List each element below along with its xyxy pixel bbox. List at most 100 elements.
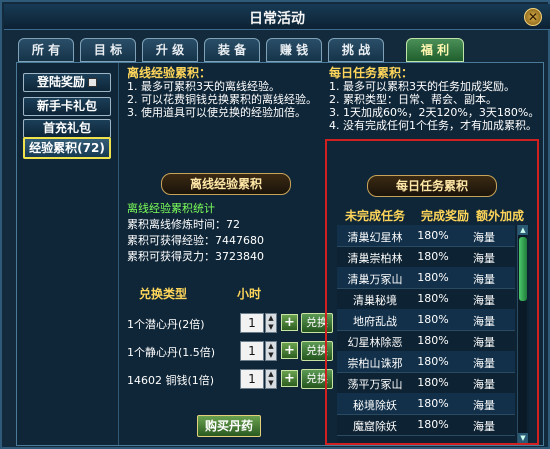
exchange-type-header: 兑换类型 [139,287,188,301]
tab-all[interactable]: 所 有 [18,38,74,62]
task-reward: 180% [417,313,449,326]
col-header-task: 未完成任务 [344,209,405,223]
spin-down-icon[interactable]: ▼ [266,351,276,360]
daily-info-line: 2. 累积类型：日常、帮会、副本。 [329,93,497,106]
exchange-row: 14602 铜钱(1倍) 1 ▲ ▼ + 兑换 [127,369,333,391]
category-tabs: 所 有 目 标 升 级 装 备 赚 钱 挑 战 福 利 [18,38,478,62]
daily-info-line: 4. 没有完成任何1个任务，才有加成累积。 [329,119,537,132]
task-bonus: 海量 [473,399,495,412]
hours-header: 小时 [237,287,262,301]
spin-up-icon[interactable]: ▲ [266,314,276,323]
task-name: 清巢崇柏林 [347,252,403,265]
offline-ribbon: 离线经验累积 [161,173,291,195]
spin-up-icon[interactable]: ▲ [266,370,276,379]
spin-up-icon[interactable]: ▲ [266,342,276,351]
task-name: 清巢秘境 [353,294,397,307]
sidebar-item-exp-accumulation[interactable]: 经验累积(72) [23,137,111,159]
stats-title: 离线经验累积统计 [127,202,215,215]
sidebar: 登陆奖励 新手卡礼包 首充礼包 经验累积(72) [17,63,119,445]
sidebar-item-label: 登陆奖励 [36,75,85,89]
title-bar: 日常活动 ✕ [4,4,550,30]
task-reward: 180% [417,292,449,305]
sidebar-item-first-charge[interactable]: 首充礼包 [23,119,111,138]
exchange-name: 1个静心丹(1.5倍) [127,346,216,359]
daily-task-panel: 每日任务累积 未完成任务 完成奖励 额外加成 清巢幻星林 180% 海量 清巢崇柏林… [325,139,539,445]
task-bonus: 海量 [473,420,495,433]
tab-equipment[interactable]: 装 备 [204,38,260,62]
daily-scrollbar[interactable]: ▲ ▼ [517,225,528,443]
task-name: 魔窟除妖 [353,420,397,433]
table-row: 崇柏山诛邪 180% 海量 [337,351,515,373]
sidebar-item-login-reward[interactable]: 登陆奖励 [23,73,111,92]
offline-info-line: 1. 最多可累积3天的离线经验。 [127,80,280,93]
add-item-button[interactable]: + [281,342,298,359]
quantity-stepper[interactable]: ▲ ▼ [265,369,277,389]
add-item-button[interactable]: + [281,314,298,331]
task-reward: 180% [417,397,449,410]
activity-window: 日常活动 ✕ 所 有 目 标 升 级 装 备 赚 钱 挑 战 福 利 登陆奖励 … [0,0,550,449]
table-row: 清巢万冢山 180% 海量 [337,267,515,289]
task-name: 崇柏山诛邪 [347,357,403,370]
quantity-input[interactable]: 1 [240,313,264,333]
task-reward: 180% [417,376,449,389]
daily-info-line: 1. 最多可以累积3天的任务加成奖励。 [329,80,515,93]
scroll-up-icon[interactable]: ▲ [518,225,528,235]
daily-info-title: 每日任务累积： [329,66,414,80]
col-header-bonus: 额外加成 [475,209,524,223]
table-row: 地府乱战 180% 海量 [337,309,515,331]
task-reward: 180% [417,418,449,431]
task-bonus: 海量 [473,231,495,244]
table-row: 清巢幻星林 180% 海量 [337,225,515,247]
daily-table-header: 未完成任务 完成奖励 额外加成 [337,207,533,223]
stat-spirit: 累积可获得灵力：3723840 [127,250,264,263]
col-header-reward: 完成奖励 [420,209,469,223]
scroll-down-icon[interactable]: ▼ [518,433,528,443]
window-title: 日常活动 [249,11,305,27]
task-bonus: 海量 [473,336,495,349]
table-row: 秘境除妖 180% 海量 [337,393,515,415]
task-name: 清巢幻星林 [347,231,403,244]
task-name: 幻星林除恶 [347,336,403,349]
offline-info-line: 2. 可以花费铜钱兑换累积的离线经验。 [127,93,317,106]
close-icon[interactable]: ✕ [524,8,542,26]
spin-down-icon[interactable]: ▼ [266,379,276,388]
tab-money[interactable]: 赚 钱 [266,38,322,62]
tab-welfare[interactable]: 福 利 [406,38,464,62]
offline-info-line: 3. 使用道具可以使兑换的经验加倍。 [127,106,306,119]
offline-info: 离线经验累积： 1. 最多可累积3天的离线经验。 2. 可以花费铜钱兑换累积的离… [127,66,337,120]
exchange-row: 1个潜心丹(2倍) 1 ▲ ▼ + 兑换 [127,313,333,335]
sidebar-item-newbie-pack[interactable]: 新手卡礼包 [23,97,111,116]
daily-info: 每日任务累积： 1. 最多可以累积3天的任务加成奖励。 2. 累积类型：日常、帮… [329,66,544,133]
exchange-name: 14602 铜钱(1倍) [127,374,215,387]
quantity-stepper[interactable]: ▲ ▼ [265,341,277,361]
stat-exp: 累积可获得经验：7447680 [127,234,264,247]
table-row: 魔窟除妖 180% 海量 [337,414,515,436]
buy-pills-button[interactable]: 购买丹药 [197,415,261,437]
offline-exchange-panel: 离线经验累积 离线经验累积统计 累积离线修炼时间：72 累积可获得经验：7447… [121,173,333,443]
tab-level[interactable]: 升 级 [142,38,198,62]
gift-icon [88,78,97,87]
quantity-input[interactable]: 1 [240,369,264,389]
table-row: 清巢秘境 180% 海量 [337,288,515,310]
task-name: 秘境除妖 [353,399,397,412]
task-name: 荡平万冢山 [347,378,403,391]
task-name: 地府乱战 [353,315,397,328]
quantity-input[interactable]: 1 [240,341,264,361]
spin-down-icon[interactable]: ▼ [266,323,276,332]
exchange-name: 1个潜心丹(2倍) [127,318,205,331]
quantity-stepper[interactable]: ▲ ▼ [265,313,277,333]
table-row: 幻星林除恶 180% 海量 [337,330,515,352]
offline-info-title: 离线经验累积： [127,66,212,80]
tab-goals[interactable]: 目 标 [80,38,136,62]
tab-content: 登陆奖励 新手卡礼包 首充礼包 经验累积(72) 离线经验累积： 1. 最多可累… [16,62,544,446]
scroll-thumb[interactable] [519,237,527,301]
task-name: 清巢万冢山 [347,273,403,286]
tab-challenge[interactable]: 挑 战 [328,38,384,62]
table-row: 清巢崇柏林 180% 海量 [337,246,515,268]
daily-info-line: 3. 1天加成60%，2天120%，3天180%。 [329,106,540,119]
task-bonus: 海量 [473,273,495,286]
add-item-button[interactable]: + [281,370,298,387]
task-bonus: 海量 [473,294,495,307]
task-bonus: 海量 [473,378,495,391]
task-reward: 180% [417,250,449,263]
